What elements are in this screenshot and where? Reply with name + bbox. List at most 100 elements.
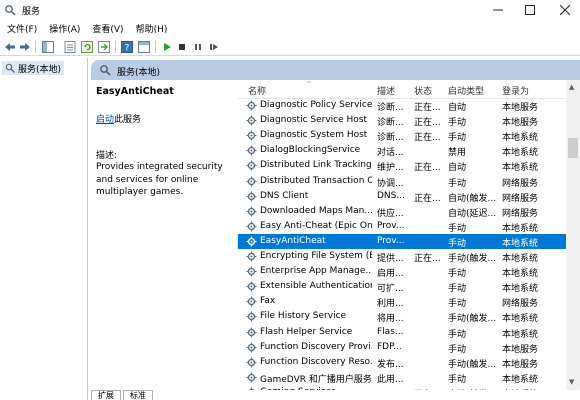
service-name: Function Discovery Reso... [260,356,372,367]
service-row[interactable]: Diagnostic Policy Service 诊断... 正在... 自动 本地服… [238,98,566,113]
service-gear-icon [246,342,257,353]
service-name: Enterprise App Manage... [260,266,372,277]
start-service-line: 启动此服务 [96,112,141,125]
column-header-status[interactable]: 状态 [414,84,432,97]
column-header-description[interactable]: 描述 [377,84,395,97]
service-row[interactable]: EasyAntiCheat Prov... 手动 本地系统 [238,233,566,249]
service-row[interactable]: Diagnostic Service Host 诊断... 正在... 手动 本地服务 [238,113,566,128]
start-service-suffix: 此服务 [114,115,142,125]
properties-icon[interactable] [63,40,77,54]
service-startup-type: 手动 [448,269,467,280]
back-icon[interactable] [3,40,17,54]
menu-file[interactable]: 文件(F) [0,22,42,38]
service-logon-as: 网络服务 [502,178,539,189]
service-name: Downloaded Maps Man... [260,205,372,216]
service-gear-icon [246,221,257,232]
service-row[interactable]: Extensible Authentication... 可扩... 手动 本地系统 [238,279,566,294]
service-gear-icon [248,387,255,390]
service-startup-type: 自动 [448,163,467,174]
menu-view[interactable]: 查看(V) [85,22,128,38]
view-tabs: 扩展 标准 [91,390,155,400]
services-gear-icon [5,5,16,16]
service-name: Easy Anti-Cheat (Epic Onl... [260,220,372,231]
service-logon-as: 本地系统 [502,269,539,280]
description-text: Provides integrated security and service… [96,162,223,197]
service-logon-as: 本地系统 [502,387,564,391]
service-gear-icon [246,191,257,202]
start-service-icon[interactable] [160,40,174,54]
service-description: ... [377,387,409,390]
service-row[interactable]: GameDVR 和广播用户服务... 此用... 手动 本地系统 [238,370,566,385]
console-icon[interactable] [137,40,151,54]
service-status: 正在... [414,193,441,204]
service-status: 正在... [414,163,441,174]
tab-extended[interactable]: 扩展 [91,390,121,400]
column-header-startup-type[interactable]: 启动类型 [448,84,484,97]
service-gear-icon [246,176,257,186]
service-row[interactable]: Encrypting File System (E... 提供... 正在... 手动… [238,249,566,264]
forward-icon[interactable] [18,40,32,54]
service-description: 诊断... [377,103,404,113]
service-row[interactable]: Enterprise App Manage... 启用... 手动 本地系统 [238,264,566,279]
service-logon-as: 网络服务 [502,299,539,310]
service-gear-icon [246,266,257,277]
window-title: 服务 [22,7,41,17]
service-row[interactable]: File History Service 将用... 手动(触发... 本地系统 [238,309,566,324]
help-icon[interactable]: ? [120,40,134,54]
tab-standard[interactable]: 标准 [123,390,153,400]
service-row[interactable]: Function Discovery Provi... FDP... 手动 本地服务 [238,340,566,355]
service-status: 正在... [414,387,444,391]
menu-help[interactable]: 帮助(H) [129,22,173,38]
service-row[interactable]: DNS Client DNS... 正在... 自动(触发... 网络服务 [238,189,566,204]
service-name: Encrypting File System (E... [260,251,372,261]
pause-service-icon[interactable] [191,40,205,54]
tree-item-services-local[interactable]: 服务(本地) [2,61,65,75]
service-description: 启用... [377,269,404,280]
service-row[interactable]: Gaming Services... 正在... 自动(触发... 本地系统 [238,385,566,390]
tree-item-label: 服务(本地) [18,64,62,75]
service-row[interactable]: DialogBlockingService 对话... 禁用 本地系统 [238,143,566,158]
service-row[interactable]: Flash Helper Service Flas... 手动 本地系统 [238,325,566,340]
service-gear-icon [246,327,257,337]
service-description: 供应... [377,208,404,219]
service-row[interactable]: Fax 利用... 手动 网络服务 [238,294,566,309]
service-description: Prov... [377,220,405,231]
service-row[interactable]: Distributed Link Tracking... 维护... 正在... 自动… [238,158,566,173]
close-button[interactable] [545,0,580,20]
scrollbar-thumb[interactable] [568,138,578,158]
show-hide-console-tree-icon[interactable] [41,40,55,54]
service-logon-as: 本地系统 [502,284,539,295]
service-row[interactable]: Easy Anti-Cheat (Epic Onl... Prov... 手动 本地系… [238,219,566,234]
sort-ascending-icon: ⌃ [306,80,312,88]
services-icon [100,65,111,76]
service-startup-type: 手动 [448,133,467,144]
service-description: 协调... [377,178,404,189]
service-startup-type: 手动 [448,118,467,129]
service-description: 诊断... [377,118,404,129]
service-description: Prov... [377,235,405,246]
menu-action[interactable]: 操作(A) [42,22,85,38]
service-gear-icon [246,251,257,262]
service-logon-as: 本地服务 [502,359,539,370]
scroll-down-icon[interactable]: ▼ [569,378,574,386]
start-service-link[interactable]: 启动 [96,115,114,125]
service-startup-type: 禁用 [448,148,467,159]
export-list-icon[interactable] [97,40,111,54]
column-header-name[interactable]: 名称 [248,84,266,97]
service-row[interactable]: Distributed Transaction C... 协调... 手动 网络服务 [238,174,566,189]
service-row[interactable]: Downloaded Maps Man... 供应... 自动(延迟... 网络服务 [238,204,566,219]
vertical-scrollbar[interactable]: ▲ ▼ [566,80,580,390]
service-row[interactable]: Function Discovery Reso... 发布... 手动(触发... 本… [238,355,566,370]
service-startup-type: 手动 [448,284,467,295]
service-startup-type: 自动(触发... [448,387,498,391]
service-description: FDP... [377,341,402,352]
service-row[interactable]: Diagnostic System Host 诊断... 正在... 手动 本地系统 [238,128,566,143]
maximize-button[interactable] [510,0,550,20]
scroll-up-icon[interactable]: ▲ [569,83,574,91]
column-header-logon-as[interactable]: 登录为 [502,84,529,97]
restart-service-icon[interactable] [207,40,221,54]
console-tree: 服务(本地) [0,58,88,400]
title-bar: 服务 [0,0,580,20]
stop-service-icon[interactable] [175,40,189,54]
refresh-icon[interactable] [80,40,94,54]
